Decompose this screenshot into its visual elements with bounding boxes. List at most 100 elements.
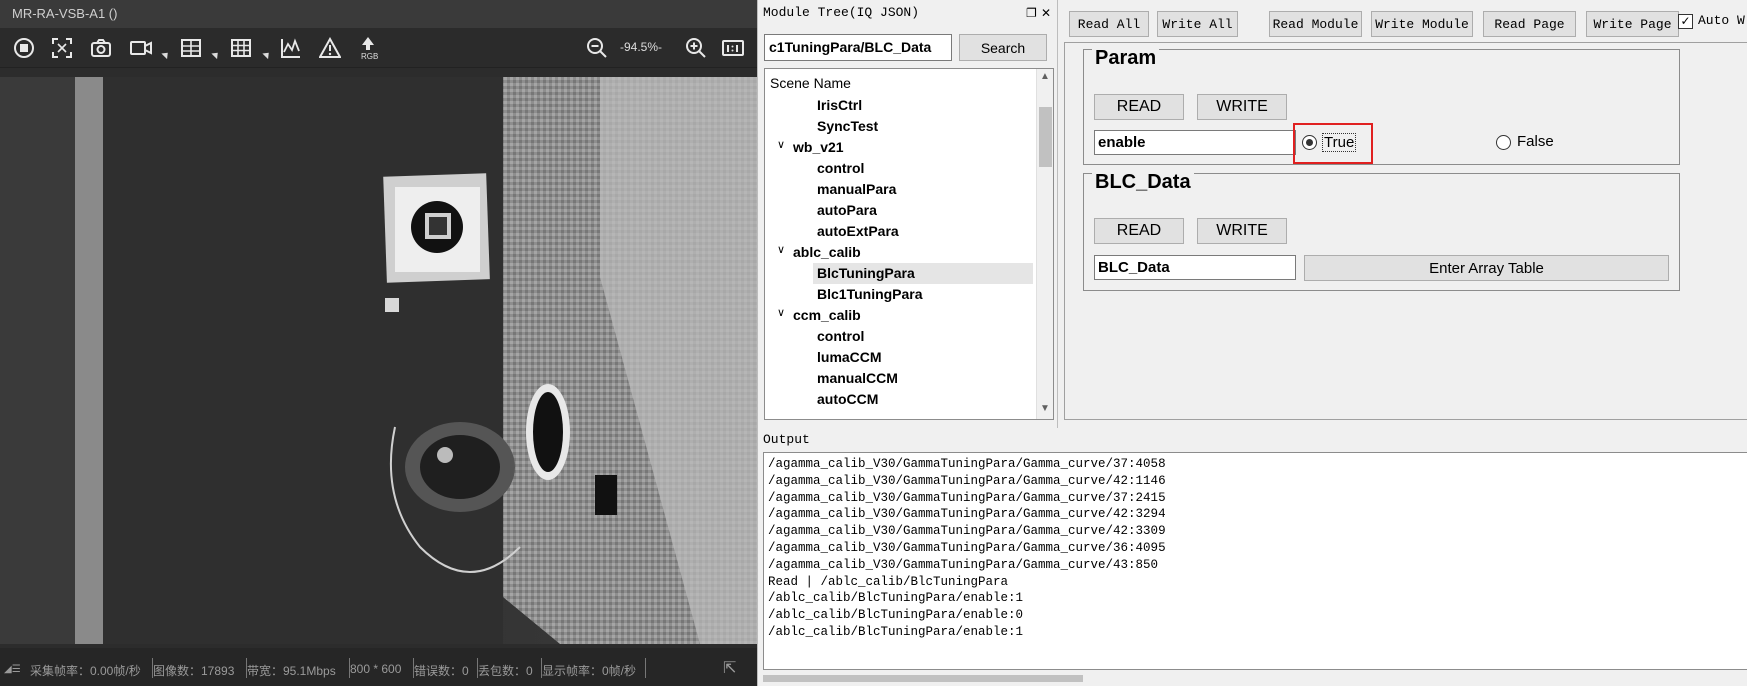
param-group: Param READ WRITE enable True False xyxy=(1083,47,1680,165)
close-panel-icon[interactable]: ✕ xyxy=(1041,6,1051,20)
grid-icon[interactable] xyxy=(178,35,204,61)
tree-item-wb-v21[interactable]: wb_v21 xyxy=(793,137,844,158)
capture-rate: 采集帧率：0.00帧/秒 xyxy=(30,664,141,678)
write-all-button[interactable]: Write All xyxy=(1157,11,1238,37)
viewer-title: MR-RA-VSB-A1 () xyxy=(0,0,757,28)
one-to-one-icon[interactable] xyxy=(720,35,746,61)
output-line: /agamma_calib_V30/GammaTuningPara/Gamma_… xyxy=(768,557,1159,572)
tree-item-irisctrl[interactable]: IrisCtrl xyxy=(817,95,862,116)
expand-chevron-icon[interactable]: ∨ xyxy=(777,138,785,151)
false-radio-label[interactable]: False xyxy=(1517,133,1554,150)
tree-item-synctest[interactable]: SyncTest xyxy=(817,116,878,137)
status-divider xyxy=(645,658,646,678)
float-panel-icon[interactable]: ❐ xyxy=(1026,6,1037,20)
app-window: MR-RA-VSB-A1 () RGB -94.5%- ◢☰ 采集帧率：0.00… xyxy=(0,0,1747,686)
param-content-area: Param READ WRITE enable True False BLC_D… xyxy=(1064,42,1747,420)
output-hscrollbar[interactable] xyxy=(763,672,1747,686)
output-line: /ablc_calib/BlcTuningPara/enable:0 xyxy=(768,608,1024,623)
scroll-thumb[interactable] xyxy=(1039,107,1052,167)
blc-write-button[interactable]: WRITE xyxy=(1197,218,1287,244)
true-radio-label[interactable]: True xyxy=(1322,133,1357,152)
tree-item-autopara[interactable]: autoPara xyxy=(817,200,877,221)
false-radio[interactable] xyxy=(1496,135,1511,150)
chart-line-icon[interactable] xyxy=(278,35,304,61)
rgb-label: RGB xyxy=(361,52,379,61)
tree-item-blctuningpara-selected[interactable]: BlcTuningPara xyxy=(813,263,1033,284)
status-grip-icon: ◢☰ xyxy=(4,664,21,675)
scroll-up-icon[interactable]: ▲ xyxy=(1040,71,1050,82)
grid-dropdown-caret[interactable] xyxy=(211,49,221,60)
output-log[interactable]: /agamma_calib_V30/GammaTuningPara/Gamma_… xyxy=(763,452,1747,670)
module-path-input[interactable]: c1TuningPara/BLC_Data xyxy=(764,34,952,61)
lost-packets: 丢包数：0 xyxy=(478,664,533,678)
tree-scrollbar[interactable]: ▲ ▼ xyxy=(1036,69,1053,419)
output-line: /agamma_calib_V30/GammaTuningPara/Gamma_… xyxy=(768,490,1166,505)
module-tree[interactable]: Scene Name IrisCtrl SyncTest ∨ wb_v21 co… xyxy=(764,68,1054,420)
param-group-title: Param xyxy=(1092,47,1160,70)
tree-item-ablc-calib[interactable]: ablc_calib xyxy=(793,242,861,263)
camera-icon[interactable] xyxy=(88,35,114,61)
zoom-out-icon[interactable] xyxy=(584,35,610,61)
read-page-button[interactable]: Read Page xyxy=(1483,11,1576,37)
output-line: /ablc_calib/BlcTuningPara/enable:1 xyxy=(768,591,1024,606)
tree-item-manualccm[interactable]: manualCCM xyxy=(817,368,898,389)
auto-write-checkbox[interactable]: ✓ xyxy=(1678,14,1693,29)
tree-header: Scene Name xyxy=(770,75,851,91)
expand-chevron-icon[interactable]: ∨ xyxy=(777,243,785,256)
warning-icon[interactable] xyxy=(317,35,343,61)
status-bar: ◢☰ 采集帧率：0.00帧/秒 图像数：17893 带宽：95.1Mbps 80… xyxy=(0,648,757,686)
auto-write-label: Auto W xyxy=(1698,13,1745,28)
param-read-button[interactable]: READ xyxy=(1094,94,1184,120)
param-write-button[interactable]: WRITE xyxy=(1197,94,1287,120)
expand-chevron-icon[interactable]: ∨ xyxy=(777,306,785,319)
zoom-in-icon[interactable] xyxy=(683,35,709,61)
fit-screen-icon[interactable] xyxy=(49,35,75,61)
blc-data-field[interactable]: BLC_Data xyxy=(1094,255,1296,280)
tree-item-autoccm[interactable]: autoCCM xyxy=(817,389,878,410)
tree-item-ccm-calib[interactable]: ccm_calib xyxy=(793,305,861,326)
image-viewer: MR-RA-VSB-A1 () RGB -94.5%- ◢☰ 采集帧率：0.00… xyxy=(0,0,757,686)
output-line: /agamma_calib_V30/GammaTuningPara/Gamma_… xyxy=(768,473,1166,488)
resize-corner-icon[interactable]: ⇱ xyxy=(723,658,736,678)
module-tree-panel: Module Tree(IQ JSON) ❐ ✕ c1TuningPara/BL… xyxy=(757,0,1057,428)
scroll-down-icon[interactable]: ▼ xyxy=(1040,403,1050,414)
output-hscroll-thumb[interactable] xyxy=(763,675,1083,682)
display-rate: 显示帧率：0帧/秒 xyxy=(542,664,637,678)
enter-array-table-button[interactable]: Enter Array Table xyxy=(1304,255,1669,281)
grid3-dropdown-caret[interactable] xyxy=(262,49,272,60)
output-line: /agamma_calib_V30/GammaTuningPara/Gamma_… xyxy=(768,540,1166,555)
tree-item-blc1tuningpara[interactable]: Blc1TuningPara xyxy=(817,284,923,305)
search-button[interactable]: Search xyxy=(959,34,1047,61)
tree-item-autoextpara[interactable]: autoExtPara xyxy=(817,221,899,242)
blc-data-group-title: BLC_Data xyxy=(1092,171,1194,194)
output-line: /agamma_calib_V30/GammaTuningPara/Gamma_… xyxy=(768,457,1166,471)
tree-item-control[interactable]: control xyxy=(817,158,864,179)
true-radio[interactable] xyxy=(1302,135,1317,150)
write-page-button[interactable]: Write Page xyxy=(1586,11,1679,37)
grid-3x3-icon[interactable] xyxy=(228,35,254,61)
bandwidth: 带宽：95.1Mbps xyxy=(247,664,336,678)
stop-icon[interactable] xyxy=(11,35,37,61)
output-line: /agamma_calib_V30/GammaTuningPara/Gamma_… xyxy=(768,524,1166,539)
tree-item-manualpara[interactable]: manualPara xyxy=(817,179,896,200)
image-count: 图像数：17893 xyxy=(153,664,235,678)
camera-image[interactable] xyxy=(0,77,757,644)
video-icon[interactable] xyxy=(128,35,154,61)
module-tree-title: Module Tree(IQ JSON) xyxy=(763,5,920,20)
read-all-button[interactable]: Read All xyxy=(1069,11,1149,37)
zoom-level: -94.5%- xyxy=(620,40,663,54)
param-panel: Read All Write All Read Module Write Mod… xyxy=(1057,0,1747,428)
write-module-button[interactable]: Write Module xyxy=(1371,11,1473,37)
param-name-field[interactable]: enable xyxy=(1094,130,1296,155)
read-module-button[interactable]: Read Module xyxy=(1269,11,1362,37)
blc-data-group: BLC_Data READ WRITE BLC_Data Enter Array… xyxy=(1083,171,1680,291)
viewer-toolbar: RGB -94.5%- xyxy=(0,28,757,68)
tree-item-control[interactable]: control xyxy=(817,326,864,347)
resolution: 800 * 600 xyxy=(350,662,402,676)
output-line: Read | /ablc_calib/BlcTuningPara xyxy=(768,574,1009,589)
video-dropdown-caret[interactable] xyxy=(161,49,171,60)
output-panel: Output /agamma_calib_V30/GammaTuningPara… xyxy=(757,428,1747,686)
output-title: Output xyxy=(763,432,810,447)
blc-read-button[interactable]: READ xyxy=(1094,218,1184,244)
tree-item-lumaccm[interactable]: lumaCCM xyxy=(817,347,882,368)
